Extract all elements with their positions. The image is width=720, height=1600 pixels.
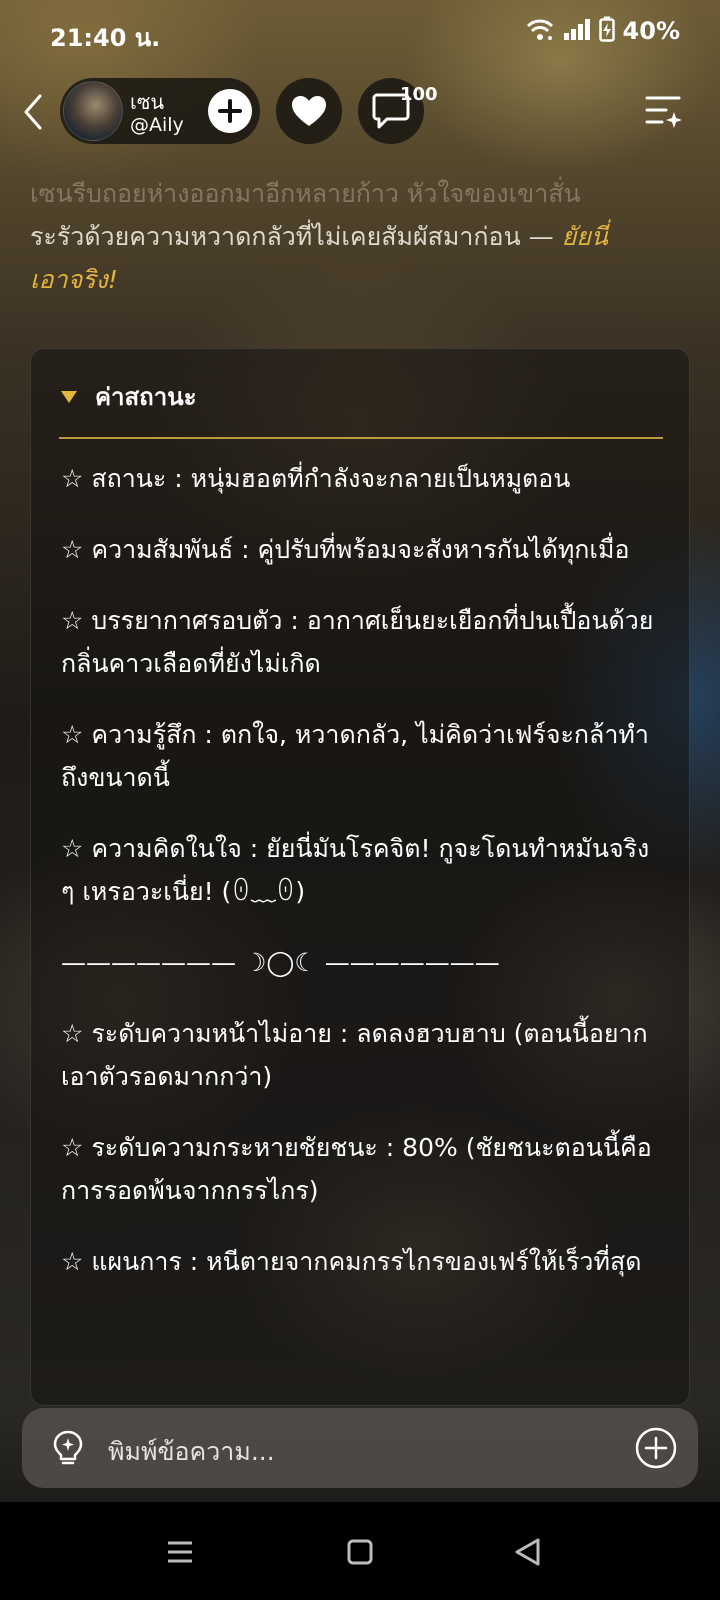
system-nav-bar [0,1502,720,1600]
menu-sparkle-icon [645,96,682,128]
status-item: ☆ ระดับความกระหายชัยชนะ : 80% (ชัยชนะตอน… [61,1133,652,1205]
battery-percent: 40% [622,17,680,45]
status-icons: 40% [525,16,680,46]
avatar[interactable] [63,81,123,141]
recent-apps-icon [168,1541,192,1563]
add-circle-icon [635,1427,677,1469]
chat-header: เซน @Aily 100 [0,78,720,146]
caret-down-icon [61,390,77,403]
status-card: ค่าสถานะ ☆ สถานะ : หนุ่มฮอตที่กำลังจะกลา… [30,348,690,1406]
status-item: ☆ ระดับความหน้าไม่อาย : ลดลงฮวบฮาบ (ตอนน… [61,1019,648,1091]
narration-text: ระรัวด้วยความหวาดกลัวที่ไม่เคยสัมผัสมาก่… [30,222,562,251]
heart-icon [292,96,326,126]
suggestion-button[interactable] [48,1428,88,1468]
lightbulb-icon [53,1430,83,1465]
menu-button[interactable] [644,92,684,132]
status-item: ☆ ความรู้สึก : ตกใจ, หวาดกลัว, ไม่คิดว่า… [61,720,649,792]
home-button[interactable] [340,1532,380,1572]
moon-divider: ——————— ☽◯☾ ——————— [61,948,500,977]
status-card-toggle[interactable]: ค่าสถานะ [61,377,196,416]
back-button[interactable] [16,90,50,134]
divider-line [59,437,663,439]
signal-icon [563,17,591,45]
plus-icon [218,99,242,123]
home-icon [347,1539,373,1565]
status-item: ☆ สถานะ : หนุ่มฮอตที่กำลังจะกลายเป็นหมูต… [61,464,571,493]
status-time: 21:40 น. [50,24,161,52]
recent-apps-button[interactable] [160,1532,200,1572]
message-input[interactable]: พิมพ์ข้อความ... [108,1432,275,1472]
back-icon [24,94,42,130]
character-profile[interactable]: เซน @Aily [60,78,260,144]
status-bar: 21:40 น. 40% [0,0,720,64]
follow-button[interactable] [208,89,252,133]
status-item: ☆ บรรยากาศรอบตัว : อากาศเย็นยะเยือกที่ปน… [61,606,654,678]
wifi-icon [525,16,555,46]
message-input-bar: พิมพ์ข้อความ... [22,1408,698,1488]
back-nav-icon [515,1538,540,1566]
status-item: ☆ ความคิดในใจ : ยัยนี่มันโรคจิต! กูจะโดน… [61,834,650,906]
status-item: ☆ ความสัมพันธ์ : คู่ปรับที่พร้อมจะสังหาร… [61,535,630,564]
status-card-body: ☆ สถานะ : หนุ่มฮอตที่กำลังจะกลายเป็นหมูต… [61,457,661,1311]
narration-line: เซนรีบถอยห่างออกมาอีกหลายก้าว หัวใจของเข… [30,179,581,208]
comment-count: 100 [400,84,438,105]
status-item: ☆ แผนการ : หนีตายจากคมกรรไกรของเฟร์ให้เร… [61,1247,642,1276]
narration-line: ระรัวด้วยความหวาดกลัวที่ไม่เคยสัมผัสมาก่… [30,215,680,258]
back-nav-button[interactable] [508,1532,548,1572]
narration-emphasis: ยัยนี่ [561,222,608,251]
narration-message: เซนรีบถอยห่างออกมาอีกหลายก้าว หัวใจของเข… [30,172,680,301]
creator-handle: @Aily [130,114,184,136]
narration-emphasis-line: เอาจริง! [30,265,118,294]
status-card-title: ค่าสถานะ [95,383,197,411]
like-button[interactable] [276,78,342,144]
add-button[interactable] [634,1426,678,1470]
battery-charging-icon [598,16,615,46]
